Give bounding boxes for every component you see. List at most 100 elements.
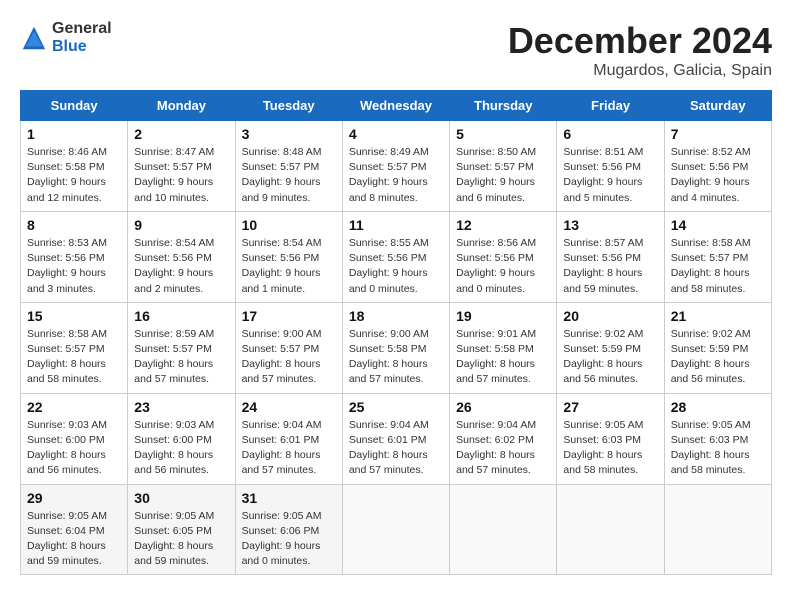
day-info: Sunrise: 8:57 AM Sunset: 5:56 PM Dayligh…	[563, 236, 657, 297]
day-number: 7	[671, 126, 765, 142]
day-number: 13	[563, 217, 657, 233]
day-info: Sunrise: 9:04 AM Sunset: 6:01 PM Dayligh…	[242, 418, 336, 479]
weekday-header-sunday: Sunday	[21, 91, 128, 121]
week-row-3: 15Sunrise: 8:58 AM Sunset: 5:57 PM Dayli…	[21, 302, 772, 393]
day-info: Sunrise: 9:00 AM Sunset: 5:57 PM Dayligh…	[242, 327, 336, 388]
page-header: General Blue December 2024 Mugardos, Gal…	[20, 20, 772, 80]
logo: General Blue	[20, 20, 112, 55]
day-cell: 26 Sunrise: 9:04 AM Sunset: 6:02 PM Dayli…	[450, 393, 557, 484]
day-info: Sunrise: 8:59 AM Sunset: 5:57 PM Dayligh…	[134, 327, 228, 388]
day-info: Sunrise: 8:51 AM Sunset: 5:56 PM Dayligh…	[563, 145, 657, 206]
day-cell	[557, 484, 664, 575]
day-cell: 23 Sunrise: 9:03 AM Sunset: 6:00 PM Dayli…	[128, 393, 235, 484]
day-number: 22	[27, 399, 121, 415]
day-cell: 13 Sunrise: 8:57 AM Sunset: 5:56 PM Dayli…	[557, 211, 664, 302]
weekday-header-monday: Monday	[128, 91, 235, 121]
day-cell: 31Sunrise: 9:05 AM Sunset: 6:06 PM Dayli…	[235, 484, 342, 575]
day-cell: 9Sunrise: 8:54 AM Sunset: 5:56 PM Daylig…	[128, 211, 235, 302]
day-info: Sunrise: 9:03 AM Sunset: 6:00 PM Dayligh…	[27, 418, 121, 479]
day-number: 2	[134, 126, 228, 142]
day-info: Sunrise: 9:05 AM Sunset: 6:03 PM Dayligh…	[671, 418, 765, 479]
day-number: 25	[349, 399, 443, 415]
day-cell: 1 Sunrise: 8:46 AM Sunset: 5:58 PM Daylig…	[21, 121, 128, 212]
location-title: Mugardos, Galicia, Spain	[508, 62, 772, 80]
day-info: Sunrise: 9:02 AM Sunset: 5:59 PM Dayligh…	[671, 327, 765, 388]
day-cell: 4Sunrise: 8:49 AM Sunset: 5:57 PM Daylig…	[342, 121, 449, 212]
day-cell: 7 Sunrise: 8:52 AM Sunset: 5:56 PM Daylig…	[664, 121, 771, 212]
day-number: 27	[563, 399, 657, 415]
day-cell: 28 Sunrise: 9:05 AM Sunset: 6:03 PM Dayli…	[664, 393, 771, 484]
day-info: Sunrise: 8:54 AM Sunset: 5:56 PM Dayligh…	[134, 236, 228, 297]
day-number: 28	[671, 399, 765, 415]
day-cell: 3 Sunrise: 8:48 AM Sunset: 5:57 PM Daylig…	[235, 121, 342, 212]
day-info: Sunrise: 8:46 AM Sunset: 5:58 PM Dayligh…	[27, 145, 121, 206]
day-number: 14	[671, 217, 765, 233]
day-number: 19	[456, 308, 550, 324]
day-info: Sunrise: 9:05 AM Sunset: 6:04 PM Dayligh…	[27, 509, 121, 570]
day-number: 17	[242, 308, 336, 324]
day-info: Sunrise: 9:05 AM Sunset: 6:06 PM Dayligh…	[242, 509, 336, 570]
day-info: Sunrise: 9:04 AM Sunset: 6:02 PM Dayligh…	[456, 418, 550, 479]
day-number: 12	[456, 217, 550, 233]
day-cell: 14Sunrise: 8:58 AM Sunset: 5:57 PM Dayli…	[664, 211, 771, 302]
day-number: 20	[563, 308, 657, 324]
week-row-1: 1 Sunrise: 8:46 AM Sunset: 5:58 PM Daylig…	[21, 121, 772, 212]
week-row-4: 22 Sunrise: 9:03 AM Sunset: 6:00 PM Dayli…	[21, 393, 772, 484]
logo-text: General Blue	[52, 20, 112, 55]
day-number: 3	[242, 126, 336, 142]
day-cell: 21Sunrise: 9:02 AM Sunset: 5:59 PM Dayli…	[664, 302, 771, 393]
day-cell: 2 Sunrise: 8:47 AM Sunset: 5:57 PM Daylig…	[128, 121, 235, 212]
day-number: 6	[563, 126, 657, 142]
day-number: 29	[27, 490, 121, 506]
day-cell: 20 Sunrise: 9:02 AM Sunset: 5:59 PM Dayli…	[557, 302, 664, 393]
day-cell: 24 Sunrise: 9:04 AM Sunset: 6:01 PM Dayli…	[235, 393, 342, 484]
day-cell: 30Sunrise: 9:05 AM Sunset: 6:05 PM Dayli…	[128, 484, 235, 575]
day-info: Sunrise: 9:02 AM Sunset: 5:59 PM Dayligh…	[563, 327, 657, 388]
day-cell: 25 Sunrise: 9:04 AM Sunset: 6:01 PM Dayli…	[342, 393, 449, 484]
day-number: 5	[456, 126, 550, 142]
day-cell: 17 Sunrise: 9:00 AM Sunset: 5:57 PM Dayli…	[235, 302, 342, 393]
day-cell: 16 Sunrise: 8:59 AM Sunset: 5:57 PM Dayli…	[128, 302, 235, 393]
day-info: Sunrise: 8:54 AM Sunset: 5:56 PM Dayligh…	[242, 236, 336, 297]
week-row-2: 8 Sunrise: 8:53 AM Sunset: 5:56 PM Daylig…	[21, 211, 772, 302]
logo-general: General	[52, 20, 112, 38]
day-info: Sunrise: 9:03 AM Sunset: 6:00 PM Dayligh…	[134, 418, 228, 479]
day-cell	[664, 484, 771, 575]
day-cell: 11Sunrise: 8:55 AM Sunset: 5:56 PM Dayli…	[342, 211, 449, 302]
day-cell: 8 Sunrise: 8:53 AM Sunset: 5:56 PM Daylig…	[21, 211, 128, 302]
day-number: 8	[27, 217, 121, 233]
day-info: Sunrise: 9:00 AM Sunset: 5:58 PM Dayligh…	[349, 327, 443, 388]
weekday-header-tuesday: Tuesday	[235, 91, 342, 121]
logo-icon	[20, 24, 48, 52]
day-number: 11	[349, 217, 443, 233]
calendar-table: SundayMondayTuesdayWednesdayThursdayFrid…	[20, 90, 772, 575]
day-cell: 15Sunrise: 8:58 AM Sunset: 5:57 PM Dayli…	[21, 302, 128, 393]
day-cell: 6 Sunrise: 8:51 AM Sunset: 5:56 PM Daylig…	[557, 121, 664, 212]
weekday-header-wednesday: Wednesday	[342, 91, 449, 121]
day-number: 1	[27, 126, 121, 142]
day-info: Sunrise: 8:48 AM Sunset: 5:57 PM Dayligh…	[242, 145, 336, 206]
day-number: 26	[456, 399, 550, 415]
day-cell: 19Sunrise: 9:01 AM Sunset: 5:58 PM Dayli…	[450, 302, 557, 393]
weekday-header-saturday: Saturday	[664, 91, 771, 121]
day-number: 30	[134, 490, 228, 506]
weekday-header-thursday: Thursday	[450, 91, 557, 121]
day-info: Sunrise: 9:05 AM Sunset: 6:03 PM Dayligh…	[563, 418, 657, 479]
day-info: Sunrise: 8:53 AM Sunset: 5:56 PM Dayligh…	[27, 236, 121, 297]
day-number: 16	[134, 308, 228, 324]
day-cell: 27 Sunrise: 9:05 AM Sunset: 6:03 PM Dayli…	[557, 393, 664, 484]
day-info: Sunrise: 8:58 AM Sunset: 5:57 PM Dayligh…	[27, 327, 121, 388]
day-number: 10	[242, 217, 336, 233]
day-number: 24	[242, 399, 336, 415]
day-info: Sunrise: 9:04 AM Sunset: 6:01 PM Dayligh…	[349, 418, 443, 479]
day-number: 23	[134, 399, 228, 415]
day-info: Sunrise: 8:50 AM Sunset: 5:57 PM Dayligh…	[456, 145, 550, 206]
day-info: Sunrise: 8:47 AM Sunset: 5:57 PM Dayligh…	[134, 145, 228, 206]
day-cell: 5 Sunrise: 8:50 AM Sunset: 5:57 PM Daylig…	[450, 121, 557, 212]
day-number: 18	[349, 308, 443, 324]
weekday-header-row: SundayMondayTuesdayWednesdayThursdayFrid…	[21, 91, 772, 121]
day-info: Sunrise: 8:52 AM Sunset: 5:56 PM Dayligh…	[671, 145, 765, 206]
logo-blue: Blue	[52, 38, 112, 56]
week-row-5: 29 Sunrise: 9:05 AM Sunset: 6:04 PM Dayli…	[21, 484, 772, 575]
day-cell: 29 Sunrise: 9:05 AM Sunset: 6:04 PM Dayli…	[21, 484, 128, 575]
